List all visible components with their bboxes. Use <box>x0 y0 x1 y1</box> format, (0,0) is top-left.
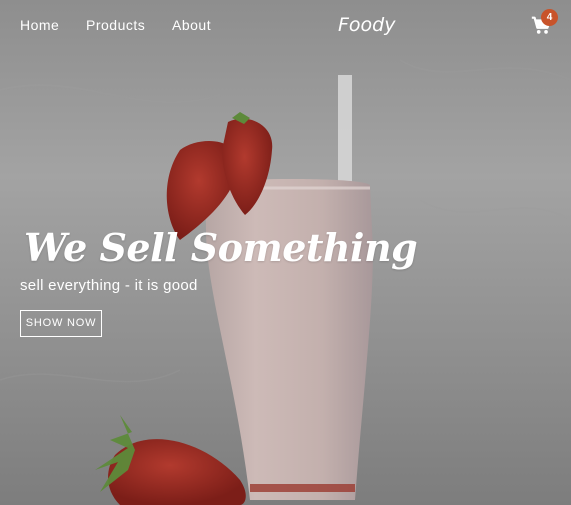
show-now-button[interactable]: SHOW NOW <box>20 310 102 337</box>
top-navigation: Home Products About Foody 4 <box>0 0 571 52</box>
brand-logo[interactable]: Foody <box>338 13 395 37</box>
nav-link-about[interactable]: About <box>172 17 211 33</box>
nav-link-products[interactable]: Products <box>86 17 145 33</box>
hero-subtitle: sell everything - it is good <box>20 277 198 294</box>
nav-link-home[interactable]: Home <box>20 17 59 33</box>
hero-title: We Sell Something <box>24 225 418 270</box>
cart-count-badge: 4 <box>541 9 558 26</box>
